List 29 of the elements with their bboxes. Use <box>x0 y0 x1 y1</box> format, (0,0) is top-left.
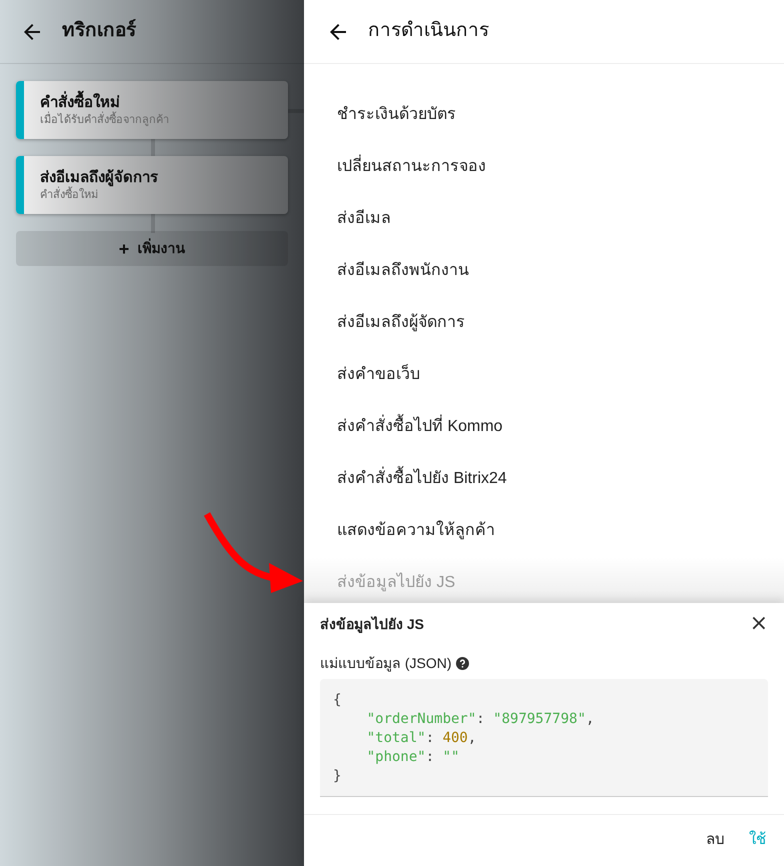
action-item[interactable]: ส่งคำขอเว็บ <box>304 349 784 401</box>
action-item[interactable]: ชำระเงินด้วยบัตร <box>304 89 784 141</box>
code-line: "orderNumber": "897957798", <box>366 710 596 729</box>
code-line: } <box>333 767 342 786</box>
action-item[interactable]: ส่งอีเมล <box>304 193 784 245</box>
code-line: { <box>333 691 342 710</box>
action-item[interactable]: ส่งคำสั่งซื้อไปยัง Bitrix24 <box>304 453 784 505</box>
task-card[interactable]: ส่งอีเมลถึงผู้จัดการ คำสั่งซื้อใหม่ <box>16 156 288 214</box>
help-icon[interactable] <box>456 657 469 670</box>
delete-button[interactable]: ลบ <box>706 829 725 852</box>
task-title: ส่งอีเมลถึงผู้จัดการ <box>40 168 158 186</box>
task-subtitle: คำสั่งซื้อใหม่ <box>40 188 99 202</box>
panel-title: ทริกเกอร์ <box>62 18 136 44</box>
dialog-title: ส่งข้อมูลไปยัง JS <box>320 614 424 634</box>
task-card[interactable]: คำสั่งซื้อใหม่ เมื่อได้รับคำสั่งซื้อจากลูกค้า <box>16 81 288 139</box>
action-item[interactable]: เปลี่ยนสถานะการจอง <box>304 141 784 193</box>
code-line: "total": 400, <box>366 729 478 748</box>
close-button[interactable]: × <box>750 613 768 635</box>
task-title: คำสั่งซื้อใหม่ <box>40 92 169 112</box>
action-item[interactable]: ส่งคำสั่งซื้อไปที่ Kommo <box>304 401 784 453</box>
action-item[interactable]: ส่งอีเมลถึงผู้จัดการ <box>304 297 784 349</box>
action-item[interactable]: ส่งอีเมลถึงพนักงาน <box>304 245 784 297</box>
code-line: "phone": "" <box>366 748 460 767</box>
code-editor[interactable]: { "orderNumber": "897957798", "total": 400, "phone": "" } <box>320 679 768 797</box>
field-label: แม่แบบข้อมูล (JSON) <box>320 654 452 674</box>
task-subtitle: เมื่อได้รับคำสั่งซื้อจากลูกค้า <box>40 112 169 128</box>
panel-title: การดำเนินการ <box>368 19 489 44</box>
action-item[interactable]: แสดงข้อความให้ลูกค้า <box>304 505 784 557</box>
add-task-button[interactable]: + เพิ่มงาน <box>16 231 288 266</box>
